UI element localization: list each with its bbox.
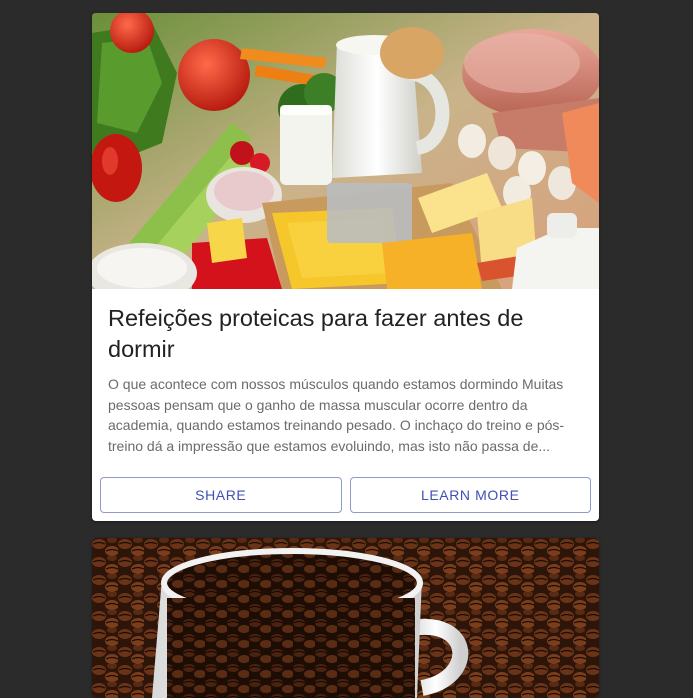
coffee-illustration: [92, 538, 599, 698]
card-content: Refeições proteicas para fazer antes de …: [92, 289, 599, 456]
article-card: [92, 538, 599, 698]
card-title: Refeições proteicas para fazer antes de …: [108, 305, 524, 362]
card-image-food: [92, 13, 599, 289]
card-feed: Refeições proteicas para fazer antes de …: [92, 13, 599, 698]
card-description: O que acontece com nossos músculos quand…: [108, 376, 565, 454]
learn-more-button[interactable]: LEARN MORE: [349, 477, 591, 513]
card-image-coffee: [92, 538, 599, 698]
article-card: Refeições proteicas para fazer antes de …: [92, 13, 599, 521]
food-illustration: [92, 13, 599, 289]
card-actions: SHARE LEARN MORE: [92, 456, 599, 521]
share-button[interactable]: SHARE: [100, 477, 342, 513]
